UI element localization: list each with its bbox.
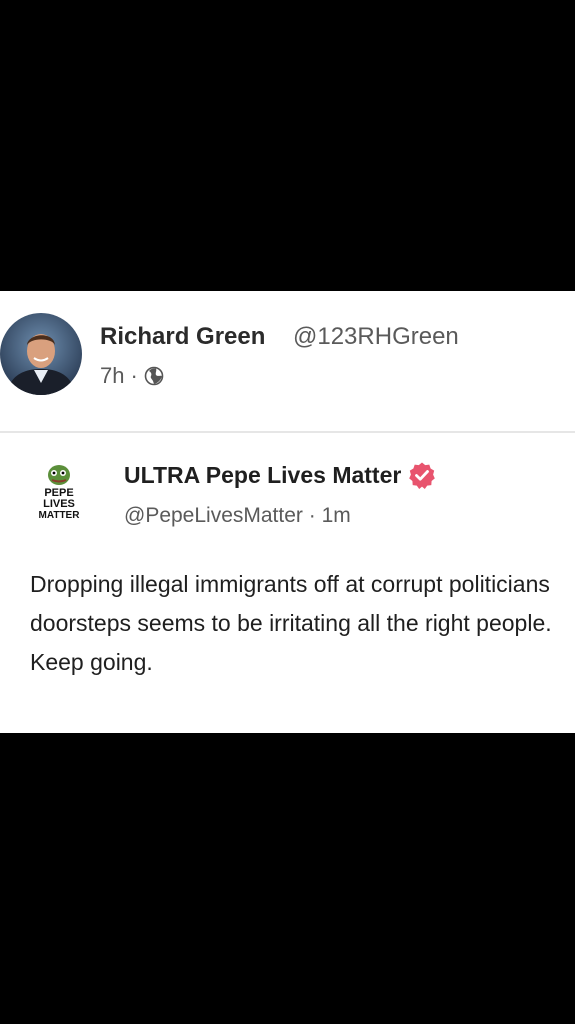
post-timestamp[interactable]: 7h: [100, 363, 124, 389]
quote-author-row: ULTRA Pepe Lives Matter: [124, 461, 436, 489]
quote-timestamp[interactable]: 1m: [322, 504, 351, 527]
logo-text-line-3: MATTER: [39, 510, 81, 521]
logo-text-line-2: LIVES: [43, 498, 75, 510]
letterbox-top: [0, 0, 575, 291]
quote-author-handle[interactable]: @PepeLivesMatter: [124, 504, 303, 527]
globe-icon: [144, 366, 164, 386]
quote-body: Dropping illegal immigrants off at corru…: [30, 565, 565, 682]
quote-meta-separator: ·: [308, 504, 322, 527]
verified-badge-icon: [408, 461, 436, 489]
quote-body-paragraph: Keep going.: [30, 649, 153, 675]
quote-body-paragraph: Dropping illegal immigrants off at corru…: [30, 571, 552, 636]
post-meta: 7h ·: [100, 363, 164, 389]
quote-author-name[interactable]: ULTRA Pepe Lives Matter: [124, 462, 401, 489]
post-card: Richard Green @123RHGreen 7h · PEPE LIVE…: [0, 291, 575, 733]
letterbox-bottom: [0, 733, 575, 1024]
author-avatar[interactable]: [0, 313, 82, 395]
author-name[interactable]: Richard Green: [100, 323, 265, 351]
author-handle[interactable]: @123RHGreen: [293, 323, 459, 351]
quote-meta: @PepeLivesMatter · 1m: [124, 504, 351, 528]
quote-author-avatar[interactable]: PEPE LIVES MATTER: [30, 463, 88, 527]
divider: [0, 431, 575, 433]
meta-separator: ·: [130, 363, 138, 388]
